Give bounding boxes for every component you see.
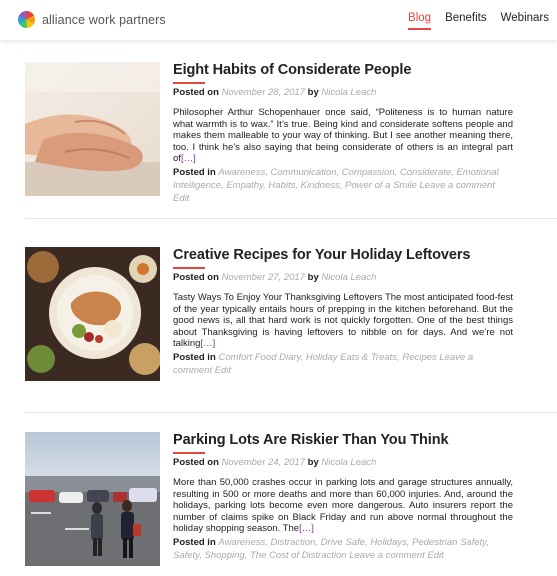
category-link[interactable]: Considerate	[400, 167, 451, 178]
category-link[interactable]: Safety	[173, 550, 199, 561]
site-name: alliance work partners	[42, 12, 166, 27]
title-underline	[173, 267, 205, 269]
category-link[interactable]: Recipes	[402, 352, 436, 363]
edit-link[interactable]: Edit	[173, 193, 189, 204]
hands-image	[25, 62, 160, 196]
posted-in-label: Posted in	[173, 351, 216, 363]
category-link[interactable]: Pedestrian Safety	[412, 537, 486, 548]
category-link[interactable]: Holiday Eats & Treats	[306, 352, 397, 363]
site-header: alliance work partners Blog Benefits Web…	[0, 0, 557, 40]
post-author[interactable]: Nicola Leach	[321, 272, 376, 283]
category-link[interactable]: Power of a Smile	[345, 180, 417, 191]
category-link[interactable]: Kindness	[301, 180, 340, 191]
leave-comment-link[interactable]: Leave a comment	[419, 180, 495, 191]
by-label: by	[307, 457, 319, 468]
post-excerpt: Tasty Ways To Enjoy Your Thanksgiving Le…	[173, 292, 513, 350]
post-categories: Posted in Awareness, Communication, Comp…	[173, 166, 499, 204]
edit-link[interactable]: Edit	[427, 550, 443, 561]
read-more-link[interactable]: […]	[299, 523, 314, 534]
nav-item-benefits[interactable]: Benefits	[445, 12, 487, 24]
leave-comment-link[interactable]: Leave a comment	[349, 550, 425, 561]
posted-on-label: Posted on	[173, 272, 219, 283]
post-thumbnail[interactable]	[25, 247, 160, 381]
logo-icon	[18, 11, 35, 28]
post-excerpt: Philosopher Arthur Schopenhauer once sai…	[173, 107, 513, 165]
category-link[interactable]: Habits	[268, 180, 295, 191]
by-label: by	[307, 87, 319, 98]
edit-link[interactable]: Edit	[215, 365, 231, 376]
post-meta: Posted on November 28, 2017 by Nicola Le…	[173, 87, 513, 98]
category-link[interactable]: The Cost of Distraction	[250, 550, 347, 561]
post-divider	[25, 412, 557, 413]
category-link[interactable]: Comfort Food Diary	[218, 352, 300, 363]
excerpt-text: More than 50,000 crashes occur in parkin…	[173, 477, 513, 535]
category-link[interactable]: Communication	[271, 167, 337, 178]
post-meta: Posted on November 27, 2017 by Nicola Le…	[173, 272, 513, 283]
post-meta: Posted on November 24, 2017 by Nicola Le…	[173, 457, 513, 468]
nav-item-webinars[interactable]: Webinars	[501, 12, 549, 24]
posted-in-label: Posted in	[173, 536, 216, 548]
posted-in-label: Posted in	[173, 166, 216, 178]
post-title[interactable]: Parking Lots Are Riskier Than You Think	[173, 432, 513, 448]
post-author[interactable]: Nicola Leach	[321, 87, 376, 98]
category-link[interactable]: Holidays	[370, 537, 406, 548]
food-image	[25, 247, 160, 381]
post-date[interactable]: November 28, 2017	[222, 87, 305, 98]
post-title[interactable]: Eight Habits of Considerate People	[173, 62, 513, 78]
nav-item-blog[interactable]: Blog	[408, 12, 432, 30]
posted-on-label: Posted on	[173, 87, 219, 98]
main-nav: Blog Benefits Webinars	[394, 12, 549, 30]
category-link[interactable]: Distraction	[271, 537, 316, 548]
post-thumbnail[interactable]	[25, 432, 160, 566]
read-more-link[interactable]: […]	[181, 153, 196, 164]
post-divider	[25, 218, 557, 219]
category-link[interactable]: Awareness	[218, 167, 265, 178]
category-link[interactable]: Empathy	[226, 180, 263, 191]
category-link[interactable]: Awareness	[218, 537, 265, 548]
site-logo[interactable]: alliance work partners	[18, 11, 166, 28]
excerpt-text: Philosopher Arthur Schopenhauer once sai…	[173, 107, 513, 165]
category-link[interactable]: Shopping	[205, 550, 245, 561]
post-author[interactable]: Nicola Leach	[321, 457, 376, 468]
post-categories: Posted in Comfort Food Diary, Holiday Ea…	[173, 351, 474, 376]
post-excerpt: More than 50,000 crashes occur in parkin…	[173, 477, 513, 535]
posted-on-label: Posted on	[173, 457, 219, 468]
title-underline	[173, 452, 205, 454]
post-date[interactable]: November 24, 2017	[222, 457, 305, 468]
post-categories: Posted in Awareness, Distraction, Drive …	[173, 536, 489, 561]
title-underline	[173, 82, 205, 84]
read-more-link[interactable]: […]	[200, 338, 215, 349]
post-thumbnail[interactable]	[25, 62, 160, 196]
post-title[interactable]: Creative Recipes for Your Holiday Leftov…	[173, 247, 513, 263]
parking-lot-image	[25, 432, 160, 566]
category-link[interactable]: Compassion	[342, 167, 395, 178]
category-link[interactable]: Drive Safe	[321, 537, 365, 548]
excerpt-text: Tasty Ways To Enjoy Your Thanksgiving Le…	[173, 292, 513, 350]
post-date[interactable]: November 27, 2017	[222, 272, 305, 283]
by-label: by	[307, 272, 319, 283]
